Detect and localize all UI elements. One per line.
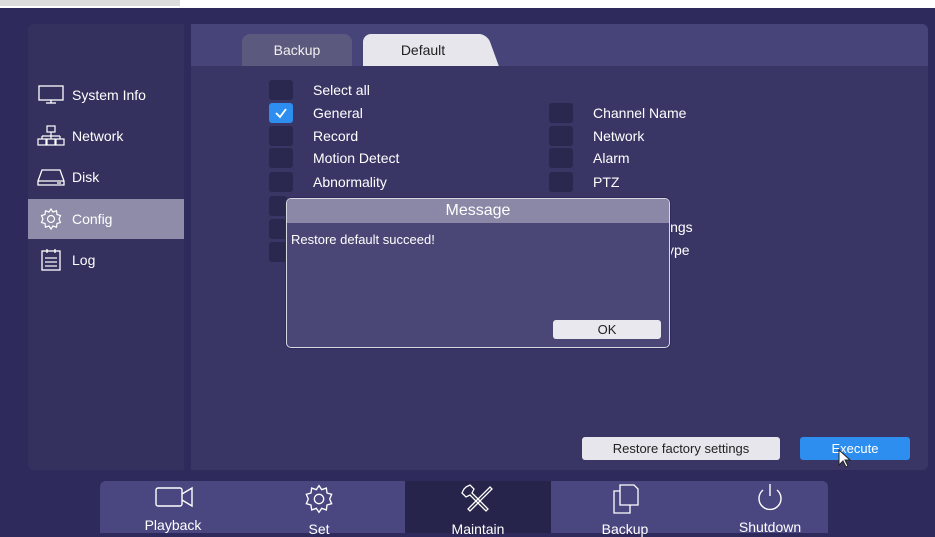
sidebar-item-label: Disk [72, 169, 100, 185]
network-icon [36, 125, 66, 147]
copy-icon [610, 483, 640, 515]
option-row-partial: ings [667, 217, 693, 237]
monitor-icon [36, 84, 66, 106]
channel-name-label: Channel Name [593, 105, 687, 121]
option-row-general: General [269, 103, 363, 123]
record-label: Record [313, 128, 359, 144]
option-row-channel-name: Channel Name [549, 103, 686, 123]
abnormality-label: Abnormality [313, 174, 387, 190]
sidebar-item-label: Network [72, 128, 124, 144]
option-row-network: Network [549, 126, 644, 146]
select-all-label: Select all [313, 82, 370, 98]
tab-backup[interactable]: Backup [242, 34, 352, 66]
gear-icon [303, 483, 335, 515]
option-row-motion-detect: Motion Detect [269, 148, 399, 168]
network-label: Network [593, 128, 645, 144]
log-icon [36, 249, 66, 271]
sidebar-item-disk[interactable]: Disk [28, 157, 184, 197]
camera-icon [150, 483, 196, 511]
general-checkbox[interactable] [269, 103, 293, 123]
alarm-checkbox[interactable] [549, 148, 573, 168]
tab-default-label: Default [400, 42, 446, 58]
tab-default[interactable]: Default [363, 34, 483, 66]
dock-item-playback[interactable]: Playback [100, 481, 246, 533]
hidden-checkbox[interactable] [269, 219, 287, 239]
bottom-dock: Playback Set Maintain Backup Shutdown [100, 481, 828, 537]
top-strip-shade [0, 0, 180, 6]
dock-item-set[interactable]: Set [246, 481, 392, 537]
gear-icon [36, 207, 66, 231]
sidebar-item-system-info[interactable]: System Info [28, 75, 184, 115]
dock-item-maintain[interactable]: Maintain [405, 481, 551, 537]
hidden-checkbox[interactable] [269, 196, 287, 216]
dock-item-label: Set [308, 521, 330, 537]
sidebar: System Info Network Disk Config Log [28, 24, 184, 470]
tools-icon [460, 483, 496, 515]
option-row-abnormality: Abnormality [269, 172, 387, 192]
restore-factory-settings-button[interactable]: Restore factory settings [582, 437, 780, 460]
sidebar-item-label: System Info [72, 87, 146, 103]
ok-button[interactable]: OK [553, 320, 661, 339]
dock-item-label: Playback [144, 517, 202, 533]
sidebar-item-config[interactable]: Config [28, 199, 184, 239]
channel-name-checkbox[interactable] [549, 103, 573, 123]
option-row-alarm: Alarm [549, 148, 630, 168]
network-checkbox[interactable] [549, 126, 573, 146]
disk-icon [36, 166, 66, 188]
sidebar-item-network[interactable]: Network [28, 116, 184, 156]
ptz-checkbox[interactable] [549, 172, 573, 192]
dock-item-shutdown[interactable]: Shutdown [697, 481, 843, 535]
motion-detect-label: Motion Detect [313, 150, 400, 166]
option-row-record: Record [269, 126, 358, 146]
option-row-partial: ype [667, 240, 690, 260]
hidden-checkbox[interactable] [269, 242, 287, 262]
dock-item-label: Maintain [451, 521, 505, 537]
abnormality-checkbox[interactable] [269, 172, 293, 192]
checkmark-icon [275, 108, 287, 119]
dock-item-label: Backup [601, 521, 649, 537]
ptz-label: PTZ [593, 174, 620, 190]
dialog-title: Message [287, 199, 669, 223]
sidebar-item-log[interactable]: Log [28, 240, 184, 280]
message-dialog: Message Restore default succeed! OK [286, 198, 670, 348]
power-icon [754, 483, 786, 513]
select-all-checkbox[interactable] [269, 80, 293, 100]
partial-label: ings [667, 219, 693, 235]
select-all-row: Select all [269, 80, 370, 100]
alarm-label: Alarm [593, 150, 630, 166]
mouse-cursor-icon [838, 449, 852, 468]
dock-item-backup[interactable]: Backup [552, 481, 698, 537]
sidebar-item-label: Log [72, 252, 96, 268]
top-strip [0, 0, 935, 8]
sidebar-item-label: Config [72, 211, 113, 227]
tab-strip: Backup Default [191, 24, 928, 66]
dialog-message: Restore default succeed! [291, 232, 435, 247]
execute-button[interactable]: Execute [800, 437, 910, 460]
record-checkbox[interactable] [269, 126, 293, 146]
motion-detect-checkbox[interactable] [269, 148, 293, 168]
partial-label: ype [667, 242, 690, 258]
general-label: General [313, 105, 363, 121]
option-row-ptz: PTZ [549, 172, 619, 192]
